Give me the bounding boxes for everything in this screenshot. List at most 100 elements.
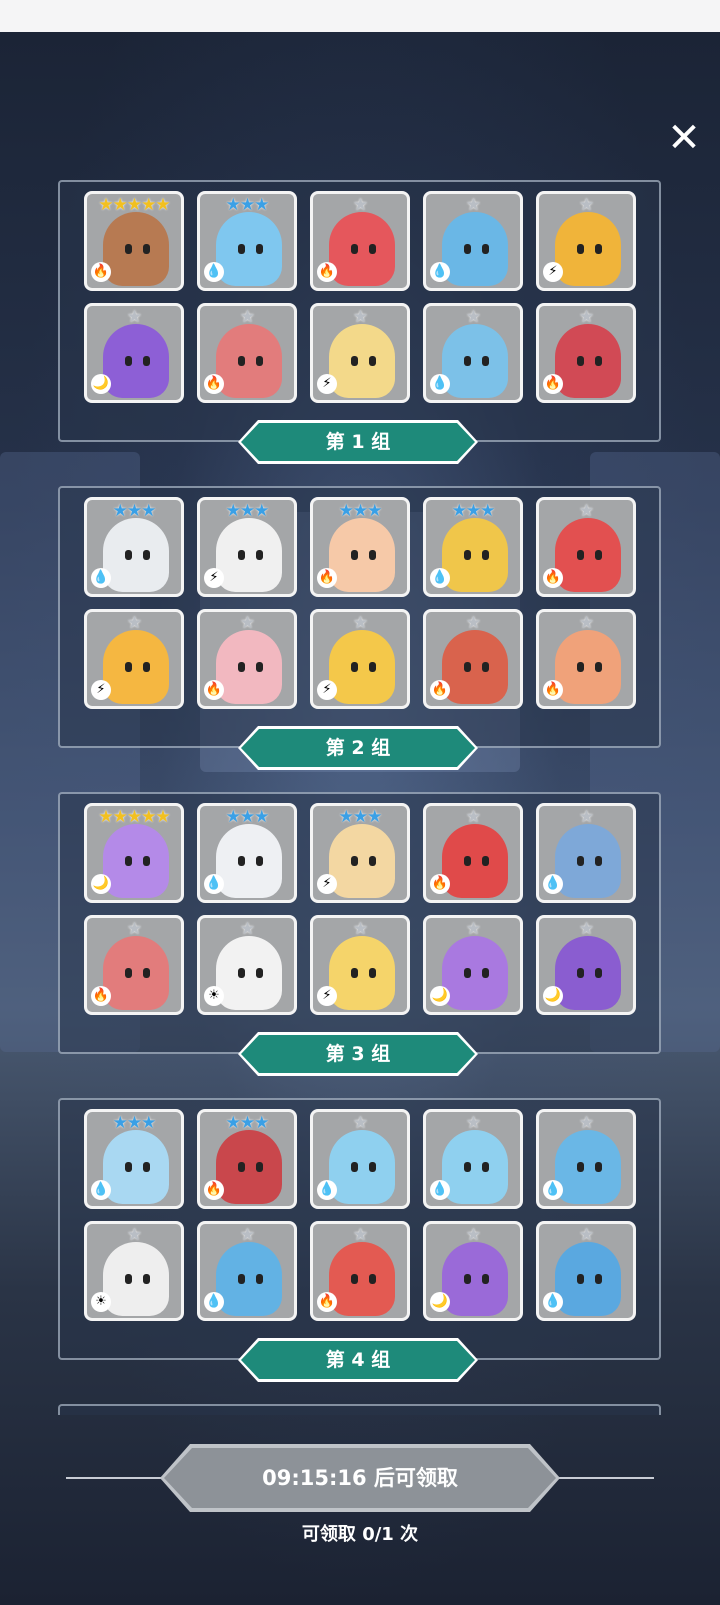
hero-portrait <box>329 1130 395 1204</box>
hero-card[interactable]: ★ 🔥 <box>197 609 297 709</box>
hero-card[interactable]: ★ 🌙 <box>423 1221 523 1321</box>
hero-portrait <box>329 518 395 592</box>
star-rating-icon: ★ <box>126 307 142 327</box>
hero-card[interactable]: ★ 🔥 <box>423 803 523 903</box>
star-rating-icon: ★ <box>578 501 594 521</box>
hero-eye <box>143 662 150 672</box>
hero-eye <box>577 1274 584 1284</box>
hero-eye <box>577 244 584 254</box>
element-icon: 🌙 <box>430 986 450 1006</box>
hero-card[interactable]: ★ ☀ <box>84 1221 184 1321</box>
hero-eye <box>238 662 245 672</box>
star-rating-icon: ★★★ <box>112 501 157 521</box>
hero-eye <box>464 356 471 366</box>
hero-portrait <box>216 212 282 286</box>
hero-portrait <box>442 630 508 704</box>
hero-card[interactable]: ★ 💧 <box>536 803 636 903</box>
hero-card[interactable]: ★ ⚡ <box>310 303 410 403</box>
hero-card[interactable]: ★ 🌙 <box>536 915 636 1015</box>
hero-portrait <box>555 630 621 704</box>
hero-card[interactable]: ★ ⚡ <box>310 609 410 709</box>
hero-card[interactable]: ★★★ 🔥 <box>197 1109 297 1209</box>
hero-card[interactable]: ★★★★★ 🔥 <box>84 191 184 291</box>
hero-card[interactable]: ★ 🔥 <box>536 609 636 709</box>
hero-card[interactable]: ★ 🔥 <box>423 609 523 709</box>
star-rating-icon: ★ <box>465 807 481 827</box>
star-rating-icon: ★ <box>239 307 255 327</box>
element-icon: 🔥 <box>543 374 563 394</box>
hero-card[interactable]: ★ 💧 <box>536 1109 636 1209</box>
hero-card[interactable]: ★ 💧 <box>423 191 523 291</box>
hero-card[interactable]: ★★★★★ 🌙 <box>84 803 184 903</box>
hero-portrait <box>442 518 508 592</box>
claim-button[interactable]: 09:15:16 后可领取 <box>160 1444 560 1512</box>
element-icon: ⚡ <box>317 986 337 1006</box>
element-icon: 🔥 <box>204 374 224 394</box>
star-rating-icon: ★★★ <box>338 501 383 521</box>
hero-eye <box>482 662 489 672</box>
hero-card[interactable]: ★ 🔥 <box>197 303 297 403</box>
hero-card[interactable]: ★ 🌙 <box>84 303 184 403</box>
hero-card[interactable]: ★ ⚡ <box>84 609 184 709</box>
element-icon: ☀ <box>91 1292 111 1312</box>
hero-card[interactable]: ★★★ 💧 <box>197 191 297 291</box>
element-icon: 💧 <box>543 874 563 894</box>
star-rating-icon: ★★★ <box>451 501 496 521</box>
hero-card[interactable]: ★ 🌙 <box>423 915 523 1015</box>
hero-card[interactable]: ★ ☀ <box>197 915 297 1015</box>
hero-card[interactable]: ★ 💧 <box>197 1221 297 1321</box>
hero-card[interactable]: ★ 🔥 <box>310 191 410 291</box>
group-banner: 第 4 组 <box>238 1338 478 1382</box>
hero-card[interactable]: ★ 💧 <box>423 1109 523 1209</box>
hero-eye <box>143 856 150 866</box>
hero-card[interactable]: ★★★ ⚡ <box>197 497 297 597</box>
hero-eye <box>238 968 245 978</box>
hero-card[interactable]: ★★★ ⚡ <box>310 803 410 903</box>
hero-eye <box>369 244 376 254</box>
hero-eye <box>238 550 245 560</box>
hero-eye <box>238 356 245 366</box>
star-rating-icon: ★ <box>578 613 594 633</box>
element-icon: ⚡ <box>204 568 224 588</box>
hero-grid: ★★★ 💧 ★★★ ⚡ ★★★ 🔥 ★★★ 💧 ★ 🔥 ★ ⚡ ★ 🔥 ★ ⚡ ★ 🔥 ★ 🔥 <box>84 497 640 709</box>
hero-eye <box>577 550 584 560</box>
hero-portrait <box>216 1130 282 1204</box>
hero-card[interactable]: ★★★ 🔥 <box>310 497 410 597</box>
reward-group: ★★★ 💧 ★★★ 🔥 ★ 💧 ★ 💧 ★ 💧 ★ ☀ ★ 💧 ★ 🔥 ★ 🌙 ★ 💧 第 4 组 <box>58 1098 661 1382</box>
star-rating-icon: ★ <box>352 1113 368 1133</box>
hero-eye <box>464 1162 471 1172</box>
hero-card[interactable]: ★ 💧 <box>536 1221 636 1321</box>
hero-portrait <box>442 1242 508 1316</box>
hero-eye <box>256 1274 263 1284</box>
hero-eye <box>595 968 602 978</box>
star-rating-icon: ★ <box>465 613 481 633</box>
hero-card[interactable]: ★ 🔥 <box>310 1221 410 1321</box>
hero-card[interactable]: ★ 🔥 <box>536 497 636 597</box>
star-rating-icon: ★ <box>578 1113 594 1133</box>
hero-eye <box>125 1162 132 1172</box>
hero-card[interactable]: ★ 💧 <box>310 1109 410 1209</box>
hero-eye <box>369 1162 376 1172</box>
hero-eye <box>482 1162 489 1172</box>
divider-left <box>66 1477 166 1479</box>
hero-eye <box>464 968 471 978</box>
hero-card[interactable]: ★ 🔥 <box>536 303 636 403</box>
hero-card[interactable]: ★ ⚡ <box>310 915 410 1015</box>
hero-card[interactable]: ★★★ 💧 <box>423 497 523 597</box>
hero-eye <box>482 356 489 366</box>
group-label: 第 3 组 <box>325 1043 391 1065</box>
hero-portrait <box>103 824 169 898</box>
group-list[interactable]: ★★★★★ 🔥 ★★★ 💧 ★ 🔥 ★ 💧 ★ ⚡ ★ 🌙 ★ 🔥 ★ ⚡ ★ 💧 ★ 🔥 第 1 组 ★★★ 💧 ★★★ ⚡ ★… <box>0 180 720 1415</box>
hero-card[interactable]: ★ ⚡ <box>536 191 636 291</box>
element-icon: 🌙 <box>91 874 111 894</box>
element-icon: 🌙 <box>430 1292 450 1312</box>
hero-card[interactable]: ★★★ 💧 <box>84 497 184 597</box>
close-icon[interactable]: ✕ <box>664 118 704 158</box>
hero-card[interactable]: ★ 🔥 <box>84 915 184 1015</box>
hero-eye <box>482 550 489 560</box>
hero-card[interactable]: ★ 💧 <box>423 303 523 403</box>
hero-card[interactable]: ★★★ 💧 <box>84 1109 184 1209</box>
hero-card[interactable]: ★★★ 💧 <box>197 803 297 903</box>
star-rating-icon: ★ <box>126 919 142 939</box>
hero-eye <box>595 856 602 866</box>
